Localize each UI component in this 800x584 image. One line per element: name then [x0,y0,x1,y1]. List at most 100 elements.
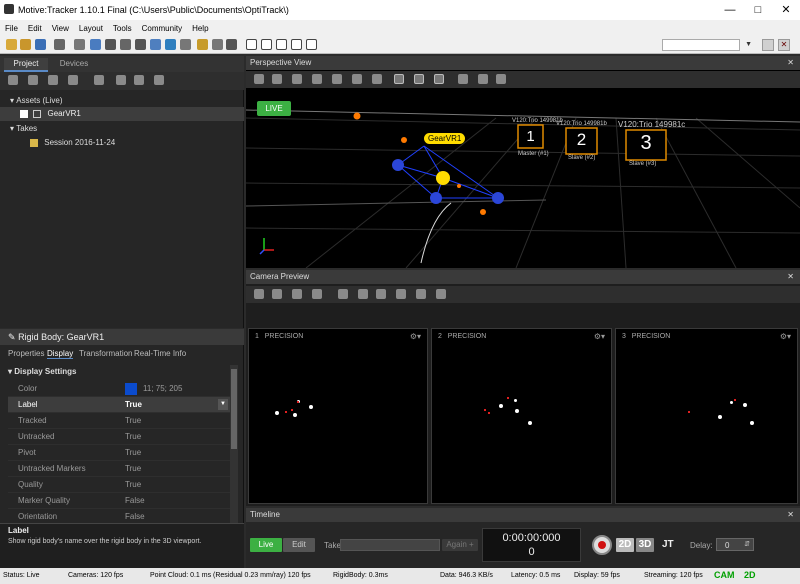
2d-indicator[interactable]: 2D [744,570,756,580]
eye-icon[interactable] [458,74,468,84]
cam-indicator[interactable]: CAM [714,570,735,580]
tab-project[interactable]: Project [4,58,48,72]
again-button[interactable]: Again + [442,539,478,551]
camera-icon[interactable] [352,74,362,84]
view-settings-icon[interactable]: ⚙▾ [410,332,421,341]
close-icon[interactable]: ✕ [787,56,794,70]
video-mode-icon[interactable] [376,289,386,299]
layout-3-icon[interactable] [276,39,287,50]
edit-button[interactable]: Edit [283,538,315,552]
combo-arrow-icon[interactable]: ▼ [745,41,752,48]
2d-mode-button[interactable]: 2D [616,538,634,552]
video-icon[interactable] [120,39,131,50]
tool-icon[interactable] [212,39,223,50]
sync-icon[interactable] [165,39,176,50]
dropdown-arrow-icon[interactable]: ▼ [218,399,228,410]
marker-link-icon[interactable] [496,74,506,84]
view-settings-icon[interactable]: ⚙▾ [594,332,605,341]
add-icon[interactable] [8,75,18,85]
assets-header[interactable]: ▾ Assets (Live) [0,94,244,107]
grid-row-orientation[interactable]: Orientation False [8,509,230,523]
layout-1-icon[interactable] [246,39,257,50]
scrollbar-thumb[interactable] [231,369,237,449]
tab-display[interactable]: Display [47,349,74,359]
grid-row-color[interactable]: Color 11; 75; 205 [8,381,230,397]
color-swatch[interactable] [125,383,137,395]
grid-row-untracked[interactable]: Untracked True [8,429,230,445]
grid-row-label[interactable]: Label True ▼ [8,397,230,413]
camera-view-2[interactable]: 2 PRECISION ⚙▾ [431,328,612,504]
settings-scrollbar[interactable] [230,365,238,523]
menu-tools[interactable]: Tools [108,20,137,33]
tools-icon[interactable] [54,39,65,50]
rigid-body-icon[interactable] [116,75,126,85]
layout-icon[interactable] [254,289,264,299]
select-add-icon[interactable] [414,74,424,84]
tab-transformation[interactable]: Transformation [79,349,133,358]
camera-view-1[interactable]: 1 PRECISION ⚙▾ [248,328,428,504]
collapse-icon[interactable]: ▾ [10,96,14,105]
menu-file[interactable]: File [0,20,23,33]
close-icon[interactable]: ✕ [772,0,800,20]
minimize-icon[interactable]: — [716,0,744,20]
camera-view-3[interactable]: 3 PRECISION ⚙▾ [615,328,798,504]
rigid-body-icon[interactable] [372,74,382,84]
grid-row-marker-quality[interactable]: Marker Quality False [8,493,230,509]
wand-icon[interactable] [197,39,208,50]
calibration-icon[interactable] [135,39,146,50]
record-button[interactable] [592,535,612,555]
shield-icon[interactable] [338,289,348,299]
open-folder-icon[interactable] [20,39,31,50]
close-icon[interactable]: ✕ [787,508,794,522]
settings-icon[interactable] [74,39,85,50]
live-button[interactable]: Live [250,538,282,552]
view-settings-icon[interactable]: ⚙▾ [780,332,791,341]
takes-header[interactable]: ▾ Takes [0,122,244,135]
layout-delete-icon[interactable]: ✕ [778,39,790,51]
menu-community[interactable]: Community [137,20,187,33]
collapse-icon[interactable]: ▾ [8,367,12,376]
delay-spinbox[interactable]: 0 ⇵ [716,538,754,551]
grid-row-pivot[interactable]: Pivot True [8,445,230,461]
collapse-icon[interactable]: ▾ [10,124,14,133]
layout-save-icon[interactable] [762,39,774,51]
layout-5-icon[interactable] [306,39,317,50]
layers-icon[interactable] [150,39,161,50]
camera-icon[interactable] [90,39,101,50]
pen-icon[interactable] [416,289,426,299]
save-icon[interactable] [35,39,46,50]
snapshot-icon[interactable] [105,39,116,50]
mask-icon[interactable] [358,289,368,299]
layout-combo[interactable] [662,39,740,51]
menu-help[interactable]: Help [187,20,213,33]
zoom-fit-icon[interactable] [292,74,302,84]
zoom-icon[interactable] [332,74,342,84]
delete-icon[interactable] [68,75,78,85]
list-icon[interactable] [154,75,164,85]
tab-real-time-info[interactable]: Real-Time Info [134,349,186,358]
data-icon[interactable] [180,39,191,50]
asset-checkbox[interactable] [20,109,28,118]
import-icon[interactable] [48,75,58,85]
grid-row-untracked-markers[interactable]: Untracked Markers True [8,461,230,477]
tab-properties[interactable]: Properties [8,349,44,358]
zoom-fit-icon[interactable] [272,289,282,299]
display-settings-header[interactable]: ▾ Display Settings [8,365,230,378]
axes-icon[interactable] [254,74,264,84]
menu-layout[interactable]: Layout [74,20,108,33]
grid-row-tracked[interactable]: Tracked True [8,413,230,429]
maximize-icon[interactable]: □ [744,0,772,20]
take-input[interactable] [340,539,440,551]
close-icon[interactable]: ✕ [787,270,794,284]
cube-icon[interactable] [272,74,282,84]
select-icon[interactable] [394,74,404,84]
zoom-icon[interactable] [312,289,322,299]
skeleton-icon[interactable] [134,75,144,85]
menu-edit[interactable]: Edit [23,20,47,33]
tab-devices[interactable]: Devices [52,58,96,72]
zoom-selection-icon[interactable] [312,74,322,84]
clock-icon[interactable] [28,75,38,85]
frame-icon[interactable] [396,289,406,299]
asset-row[interactable]: GearVR1 [0,107,244,121]
perspective-viewport[interactable] [246,88,800,268]
